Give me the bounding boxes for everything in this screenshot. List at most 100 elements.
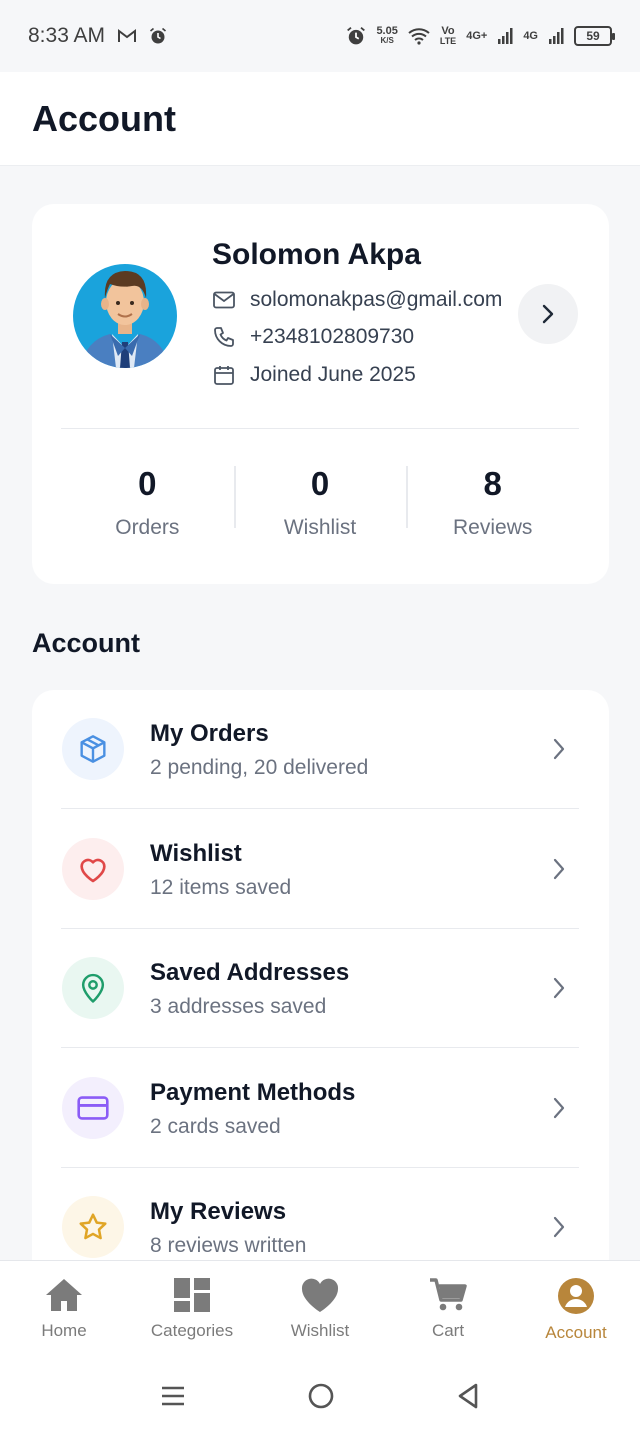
stat-label: Orders [115,516,180,539]
user-circle-icon [558,1278,594,1314]
profile-stats: 0 Orders 0 Wishlist 8 Reviews [61,465,579,540]
nav-cart[interactable]: Cart [384,1261,512,1358]
menu-item-title: Payment Methods [150,1079,356,1106]
account-menu: My Orders 2 pending, 20 delivered Wishli… [32,690,609,1290]
profile-divider [61,428,579,429]
phone-row: +2348102809730 [212,325,414,349]
profile-details-button[interactable] [518,284,578,344]
avatar [73,264,177,368]
chevron-right-icon [553,977,565,999]
menu-item-title: Wishlist [150,840,242,867]
profile-joined: Joined June 2025 [250,363,416,386]
home-icon [46,1279,82,1311]
joined-row: Joined June 2025 [212,363,416,387]
network-1: 4G+ [466,30,488,42]
nav-label: Account [545,1323,607,1342]
alarm-icon [347,26,366,45]
calendar-icon [214,366,234,385]
status-left: 8:33 AM [28,24,167,48]
net-speed-value: 5.05 [376,25,398,37]
home-button-icon[interactable] [307,1382,335,1410]
profile-name: Solomon Akpa [212,238,421,271]
stat-reviews[interactable]: 8 Reviews [406,465,579,539]
nav-label: Wishlist [290,1321,350,1340]
icon-circle [62,838,124,900]
battery-icon: 59 [574,26,615,46]
page-title: Account [32,97,176,139]
nav-account[interactable]: Account [512,1261,640,1358]
nav-label: Categories [150,1321,234,1340]
volte-top: Vo [441,25,455,37]
icon-circle [62,718,124,780]
menu-item-subtitle: 2 pending, 20 delivered [150,756,369,779]
network-2: 4G [523,30,538,42]
alarm-icon [150,27,167,44]
menu-item-my-orders[interactable]: My Orders 2 pending, 20 delivered [32,690,609,809]
menu-item-saved-addresses[interactable]: Saved Addresses 3 addresses saved [32,929,609,1048]
heart-outline-icon [80,858,106,883]
profile-phone: +2348102809730 [250,325,415,348]
profile-email: solomonakpas@gmail.com [250,288,503,311]
menu-item-subtitle: 2 cards saved [150,1115,281,1138]
app-header: Account [0,72,640,166]
menu-divider [61,808,579,809]
mail-icon [213,291,235,309]
status-bar: 8:33 AM 5.05 K/S Vo LTE 4G+ 4G 59 [0,0,640,72]
volte-indicator: Vo LTE [439,25,457,47]
back-icon[interactable] [456,1382,480,1410]
stat-value: 0 [138,465,157,502]
chevron-right-icon [553,1216,565,1238]
menu-item-wishlist[interactable]: Wishlist 12 items saved [32,810,609,929]
gmail-icon [118,29,137,42]
email-row: solomonakpas@gmail.com [212,288,502,312]
menu-divider [61,1047,579,1048]
wifi-icon [408,28,430,45]
status-time: 8:33 AM [28,24,106,47]
cart-icon [430,1278,467,1311]
system-navigation-bar [0,1358,640,1433]
signal-icon [498,28,513,44]
nav-wishlist[interactable]: Wishlist [256,1261,384,1358]
star-icon [79,1213,107,1240]
stat-label: Reviews [453,516,533,539]
stat-value: 0 [310,465,330,502]
menu-item-title: Saved Addresses [150,959,350,986]
signal-icon [549,28,564,44]
nav-label: Cart [431,1321,465,1340]
menu-item-title: My Orders [150,720,269,747]
menu-item-subtitle: 3 addresses saved [150,995,327,1018]
chevron-right-icon [553,858,565,880]
map-pin-icon [81,973,105,1003]
recent-apps-icon[interactable] [160,1383,186,1409]
bottom-nav: Home Categories Wishlist Cart Account [0,1260,640,1358]
heart-icon [301,1278,339,1312]
credit-card-icon [77,1096,109,1120]
chevron-right-icon [553,738,565,760]
menu-item-subtitle: 12 items saved [150,876,292,899]
profile-card[interactable]: Solomon Akpa solomonakpas@gmail.com +234… [32,204,609,584]
net-speed: 5.05 K/S [376,26,397,46]
icon-circle [62,1196,124,1258]
status-right: 5.05 K/S Vo LTE 4G+ 4G 59 [346,25,615,47]
chevron-right-icon [553,1097,565,1119]
icon-circle [62,957,124,1019]
package-icon [80,735,106,763]
nav-categories[interactable]: Categories [128,1261,256,1358]
nav-label: Home [41,1321,87,1340]
section-title: Account [32,628,140,658]
stat-value: 8 [483,465,502,502]
menu-item-subtitle: 8 reviews written [150,1234,307,1257]
chevron-right-icon [542,304,554,324]
grid-icon [174,1278,210,1312]
stat-wishlist[interactable]: 0 Wishlist [233,465,407,539]
volte-bottom: LTE [439,36,457,46]
phone-icon [214,327,234,347]
stat-label: Wishlist [283,516,357,539]
nav-home[interactable]: Home [0,1261,128,1358]
menu-item-payment-methods[interactable]: Payment Methods 2 cards saved [32,1049,609,1168]
net-speed-unit: K/S [380,36,394,45]
stat-orders[interactable]: 0 Orders [61,465,234,540]
icon-circle [62,1077,124,1139]
menu-item-title: My Reviews [150,1198,287,1225]
battery-level: 59 [586,29,600,43]
